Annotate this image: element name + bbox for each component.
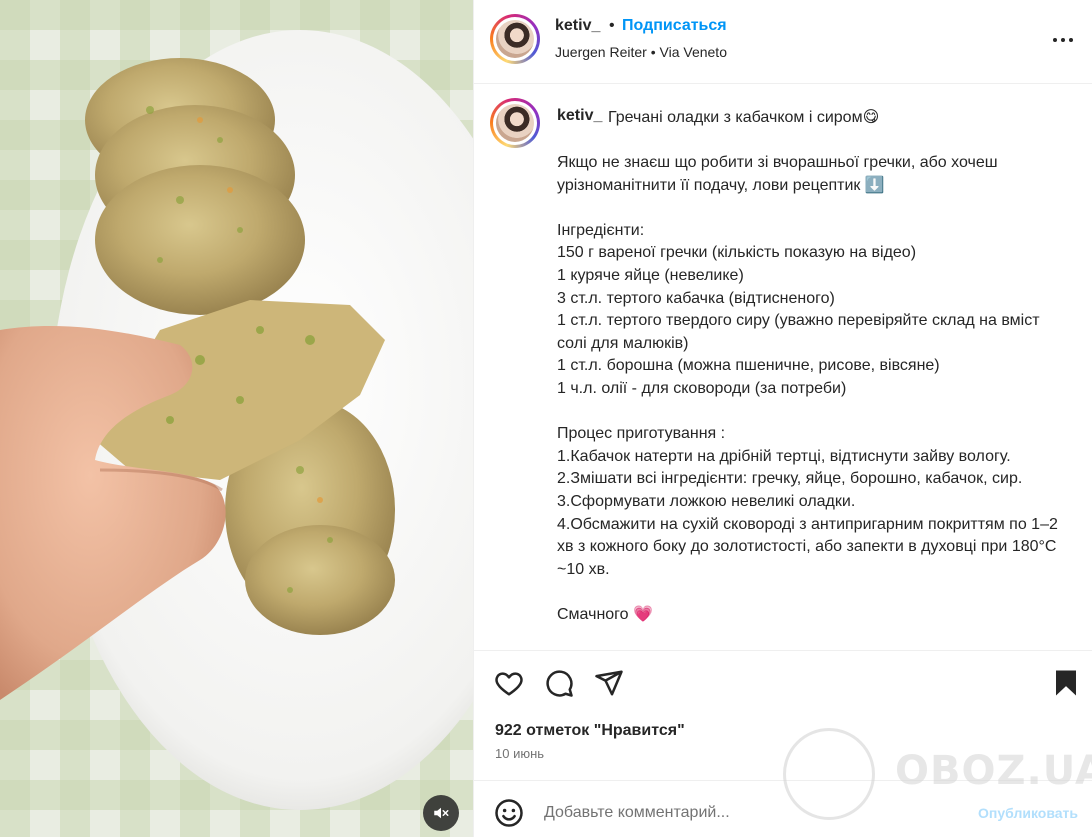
send-icon[interactable] [594,668,624,698]
author-username[interactable]: ketiv_ [555,17,600,35]
avatar[interactable] [490,14,540,64]
post-header: ketiv_ • Подписаться Juergen Reiter • Vi… [474,0,1092,84]
caption-text: Якщо не знаєш що робити зі вчорашньої гр… [557,154,1058,623]
more-horizontal-icon[interactable] [1051,28,1075,52]
separator-dot: • [609,17,615,34]
heart-icon[interactable] [494,668,524,698]
post-location[interactable]: Juergen Reiter • Via Veneto [555,44,727,60]
caption-title: Гречані оладки з кабачком і сиром😋 [608,109,880,126]
caption-section: ketiv_ Гречані оладки з кабачком і сиром… [474,85,1092,650]
publish-button[interactable]: Опубликовать [978,805,1078,821]
actions-section: 922 отметок "Нравится" 10 июнь [474,650,1092,780]
post-date[interactable]: 10 июнь [495,746,544,761]
mute-button[interactable] [423,795,459,831]
follow-button[interactable]: Подписаться [622,17,727,35]
post-panel: ketiv_ • Подписаться Juergen Reiter • Vi… [473,0,1092,837]
caption-username[interactable]: ketiv_ [557,107,602,125]
comment-input[interactable] [544,801,944,825]
comment-bar: Опубликовать [474,780,1092,837]
likes-count[interactable]: 922 отметок "Нравится" [495,722,685,740]
food-photo [0,0,473,837]
post-media[interactable] [0,0,473,837]
bookmark-icon[interactable] [1051,668,1081,698]
emoji-icon[interactable] [494,798,524,828]
comment-icon[interactable] [544,668,574,698]
caption-avatar[interactable] [490,98,540,148]
volume-off-icon [434,807,449,819]
